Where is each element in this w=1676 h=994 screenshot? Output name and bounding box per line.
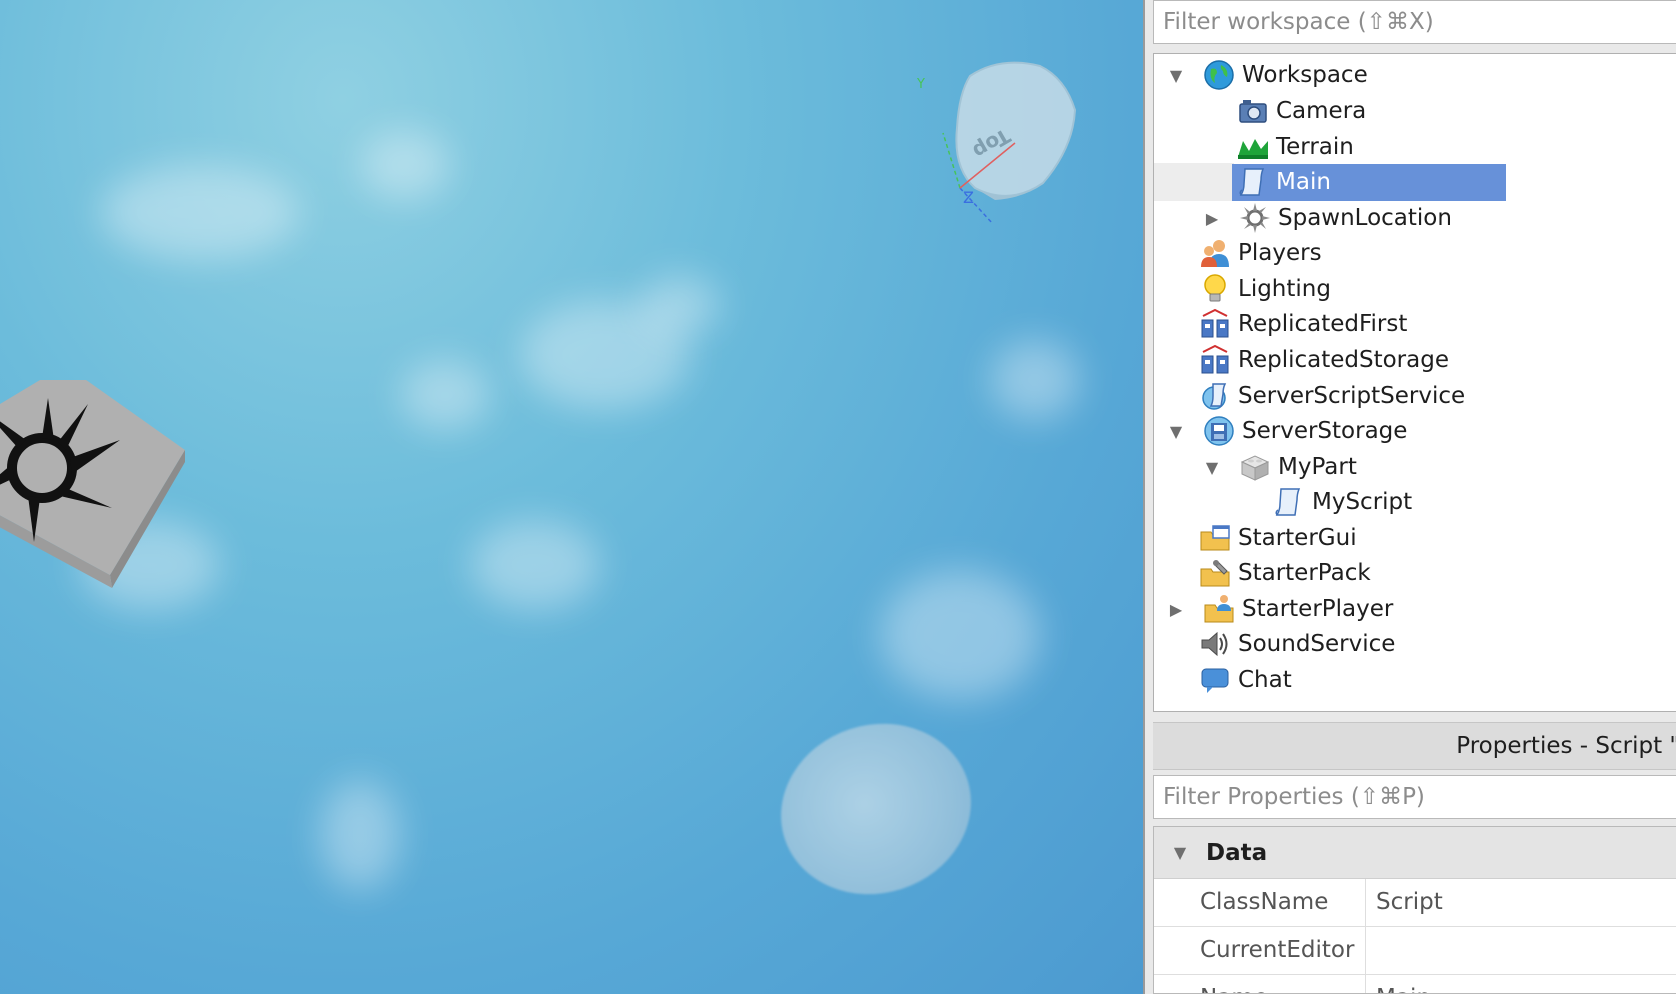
category-label: Data	[1206, 839, 1268, 866]
tree-item-label: StarterPack	[1238, 560, 1371, 586]
tree-item-label: Camera	[1276, 98, 1367, 124]
property-name: ClassName	[1154, 879, 1366, 926]
tree-item-label: Players	[1238, 240, 1322, 266]
tree-item-label: ReplicatedFirst	[1238, 311, 1408, 337]
properties-title: Properties - Script "	[1456, 733, 1676, 759]
properties-panel-header: Properties - Script "	[1153, 722, 1676, 770]
tree-item-mypart[interactable]: ▼ MyPart	[1154, 448, 1365, 486]
properties-filter-input[interactable]: Filter Properties (⇧⌘P)	[1153, 775, 1676, 819]
property-value: Script	[1376, 889, 1443, 915]
tree-item-soundservice[interactable]: SoundService	[1198, 625, 1403, 663]
players-icon	[1198, 236, 1232, 270]
explorer-tree[interactable]: ▼ Workspace Camera Terrain Main ▶ SpawnL…	[1153, 53, 1676, 712]
tree-item-label: MyScript	[1312, 489, 1413, 515]
chat-icon	[1198, 663, 1232, 697]
properties-table: ▼ Data ClassName Script CurrentEditor Na…	[1153, 826, 1676, 994]
property-name: CurrentEditor	[1154, 927, 1366, 974]
sky-cloud	[880, 570, 1040, 700]
axis-z-label: Z	[963, 188, 974, 207]
sky-cloud	[100, 165, 300, 260]
properties-category-data[interactable]: ▼ Data	[1154, 827, 1676, 879]
starter-player-icon	[1202, 592, 1236, 626]
row-hover-highlight	[1154, 163, 1234, 201]
tree-item-spawnlocation[interactable]: ▶ SpawnLocation	[1154, 199, 1460, 237]
starter-gui-icon	[1198, 521, 1232, 555]
sky-cloud	[640, 275, 720, 335]
sky-cloud	[400, 360, 490, 430]
sky-cloud	[990, 340, 1080, 420]
sound-icon	[1198, 627, 1232, 661]
tree-item-startergui[interactable]: StarterGui	[1198, 519, 1365, 557]
property-value[interactable]	[1366, 927, 1376, 974]
replicated-icon	[1198, 307, 1232, 341]
expand-arrow-icon[interactable]: ▼	[1164, 419, 1188, 443]
tree-item-label: StarterGui	[1238, 525, 1357, 551]
camera-icon	[1236, 94, 1270, 128]
property-row-classname[interactable]: ClassName Script	[1154, 879, 1676, 927]
spawn-location-part[interactable]	[0, 380, 210, 620]
sky-moon	[758, 699, 994, 919]
tree-item-label: Chat	[1238, 667, 1292, 693]
tree-item-main[interactable]: Main	[1154, 163, 1506, 201]
expand-arrow-icon[interactable]: ▼	[1164, 63, 1188, 87]
explorer-filter-input[interactable]: Filter workspace (⇧⌘X)	[1153, 0, 1676, 44]
server-storage-icon	[1202, 414, 1236, 448]
tree-item-label: StarterPlayer	[1242, 596, 1394, 622]
tree-item-label: Workspace	[1242, 62, 1368, 88]
tree-item-camera[interactable]: Camera	[1236, 92, 1374, 130]
3d-viewport[interactable]: Top Y Z	[0, 0, 1143, 994]
tree-item-starterpack[interactable]: StarterPack	[1198, 554, 1379, 592]
tree-item-serverscriptservice[interactable]: ServerScriptService	[1198, 377, 1473, 415]
tree-item-label: MyPart	[1278, 454, 1357, 480]
tree-item-serverstorage[interactable]: ▼ ServerStorage	[1154, 412, 1415, 450]
tree-item-label: Lighting	[1238, 276, 1331, 302]
globe-icon	[1202, 58, 1236, 92]
lightbulb-icon	[1198, 272, 1232, 306]
collapse-arrow-icon[interactable]: ▶	[1164, 597, 1188, 621]
server-script-icon	[1198, 379, 1232, 413]
replicated-icon	[1198, 343, 1232, 377]
tree-item-replicatedstorage[interactable]: ReplicatedStorage	[1198, 341, 1457, 379]
tree-item-label: SoundService	[1238, 631, 1396, 657]
tree-item-label: Terrain	[1276, 134, 1354, 160]
collapse-arrow-icon[interactable]: ▶	[1200, 206, 1224, 230]
script-icon	[1272, 485, 1306, 519]
sky-cloud	[320, 780, 400, 890]
expand-arrow-icon[interactable]: ▼	[1154, 843, 1206, 862]
tree-item-terrain[interactable]: Terrain	[1236, 128, 1362, 166]
tree-item-chat[interactable]: Chat	[1198, 661, 1300, 699]
starter-pack-icon	[1198, 556, 1232, 590]
property-value[interactable]: Main	[1366, 975, 1431, 993]
property-name: Name	[1154, 975, 1366, 993]
side-panel: Filter workspace (⇧⌘X) ▼ Workspace Camer…	[1143, 0, 1676, 994]
sky-cloud	[470, 520, 600, 610]
tree-item-players[interactable]: Players	[1198, 234, 1330, 272]
tree-item-label: Main	[1276, 169, 1331, 195]
expand-arrow-icon[interactable]: ▼	[1200, 455, 1224, 479]
script-icon	[1236, 165, 1270, 199]
tree-item-myscript[interactable]: MyScript	[1272, 483, 1420, 521]
spawn-icon	[1238, 201, 1272, 235]
tree-item-starterplayer[interactable]: ▶ StarterPlayer	[1154, 590, 1401, 628]
property-row-currenteditor[interactable]: CurrentEditor	[1154, 927, 1676, 975]
tree-item-label: ServerStorage	[1242, 418, 1408, 444]
tree-item-label: ReplicatedStorage	[1238, 347, 1449, 373]
tree-item-label: ServerScriptService	[1238, 383, 1466, 409]
tree-item-replicatedfirst[interactable]: ReplicatedFirst	[1198, 305, 1415, 343]
axis-y-label: Y	[916, 77, 925, 92]
terrain-icon	[1236, 130, 1270, 164]
tree-item-lighting[interactable]: Lighting	[1198, 270, 1339, 308]
tree-item-label: SpawnLocation	[1278, 205, 1452, 231]
property-row-name[interactable]: Name Main	[1154, 975, 1676, 993]
view-cube[interactable]: Top Y Z	[915, 48, 1085, 223]
tree-item-workspace[interactable]: ▼ Workspace	[1154, 56, 1376, 94]
part-icon	[1238, 450, 1272, 484]
sky-cloud	[360, 130, 450, 200]
